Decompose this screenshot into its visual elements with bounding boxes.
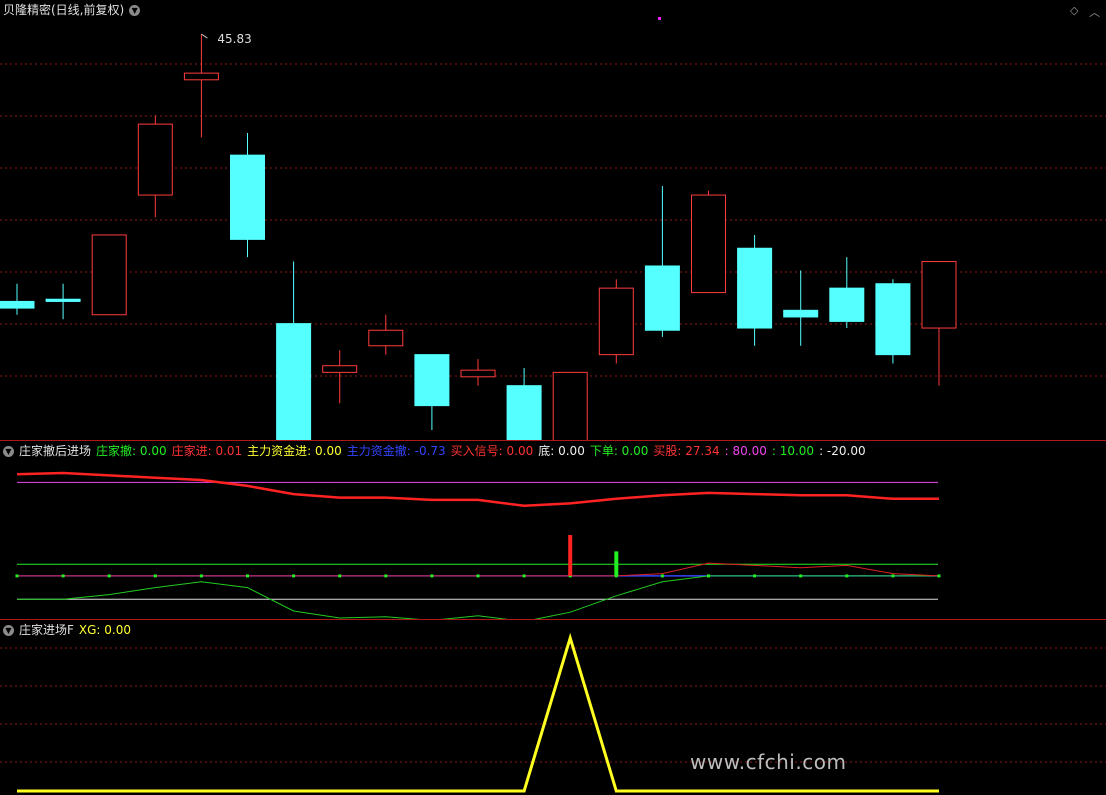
zero-dot	[199, 574, 203, 578]
candle-body	[506, 385, 542, 440]
sub-indicator-panel[interactable]: ▼ 庄家进场F XG: 0.00	[0, 620, 1106, 795]
zero-dot	[246, 574, 249, 578]
candle-body	[368, 329, 404, 347]
candle-body	[737, 247, 773, 329]
green-line	[17, 575, 939, 619]
candle-body	[322, 365, 358, 373]
candle-body	[598, 287, 634, 356]
watermark: www.cfchi.com	[690, 750, 847, 774]
candle-body	[276, 323, 312, 440]
candle-body	[921, 261, 957, 329]
candle-body	[230, 154, 265, 240]
candle-body	[183, 72, 219, 81]
zero-dot	[292, 574, 296, 578]
candlestick-chart: 45.8338.20	[0, 17, 1106, 440]
high-label: 45.83	[217, 32, 251, 46]
zero-dot	[522, 574, 526, 578]
sub-indicator-chart	[0, 632, 1106, 793]
candle-body	[644, 265, 680, 331]
zero-dot	[845, 574, 849, 578]
zero-dot	[430, 574, 434, 578]
zero-dot	[153, 574, 157, 578]
candle-body	[460, 369, 496, 378]
candle-body	[783, 309, 819, 318]
zero-dot	[338, 574, 342, 578]
red-line	[16, 471, 939, 508]
zero-dot	[107, 574, 111, 578]
indicator-panel[interactable]: ▼ 庄家撤后进场 庄家撤: 0.00 庄家进: 0.01 主力资金进: 0.00 主力资金…	[0, 441, 1106, 619]
zero-dot	[937, 574, 941, 578]
candle-body	[552, 371, 588, 440]
zero-dot	[15, 574, 19, 578]
candle-body	[875, 283, 911, 356]
candle-body	[829, 287, 865, 322]
zero-dot	[891, 574, 895, 578]
high-marker	[201, 33, 208, 39]
zero-dot	[799, 574, 803, 578]
main-chart-panel[interactable]: 贝隆精密(日线,前复权)▼ ◇ ︿ 45.8338.20	[0, 0, 1106, 440]
candle-body	[91, 234, 127, 316]
zero-dot	[476, 574, 480, 578]
zero-dot	[61, 574, 65, 578]
candle-body	[691, 194, 726, 294]
zero-dot	[384, 574, 388, 578]
marker-dot	[658, 17, 661, 20]
zero-dot	[753, 574, 757, 578]
zero-dot	[660, 574, 664, 578]
candle-body	[137, 123, 173, 196]
candle-body	[414, 354, 450, 407]
thin-red-line	[17, 562, 940, 577]
zero-dot	[707, 574, 710, 578]
candle-body	[45, 298, 81, 302]
indicator-chart	[15, 471, 941, 619]
candle-body	[0, 300, 35, 309]
